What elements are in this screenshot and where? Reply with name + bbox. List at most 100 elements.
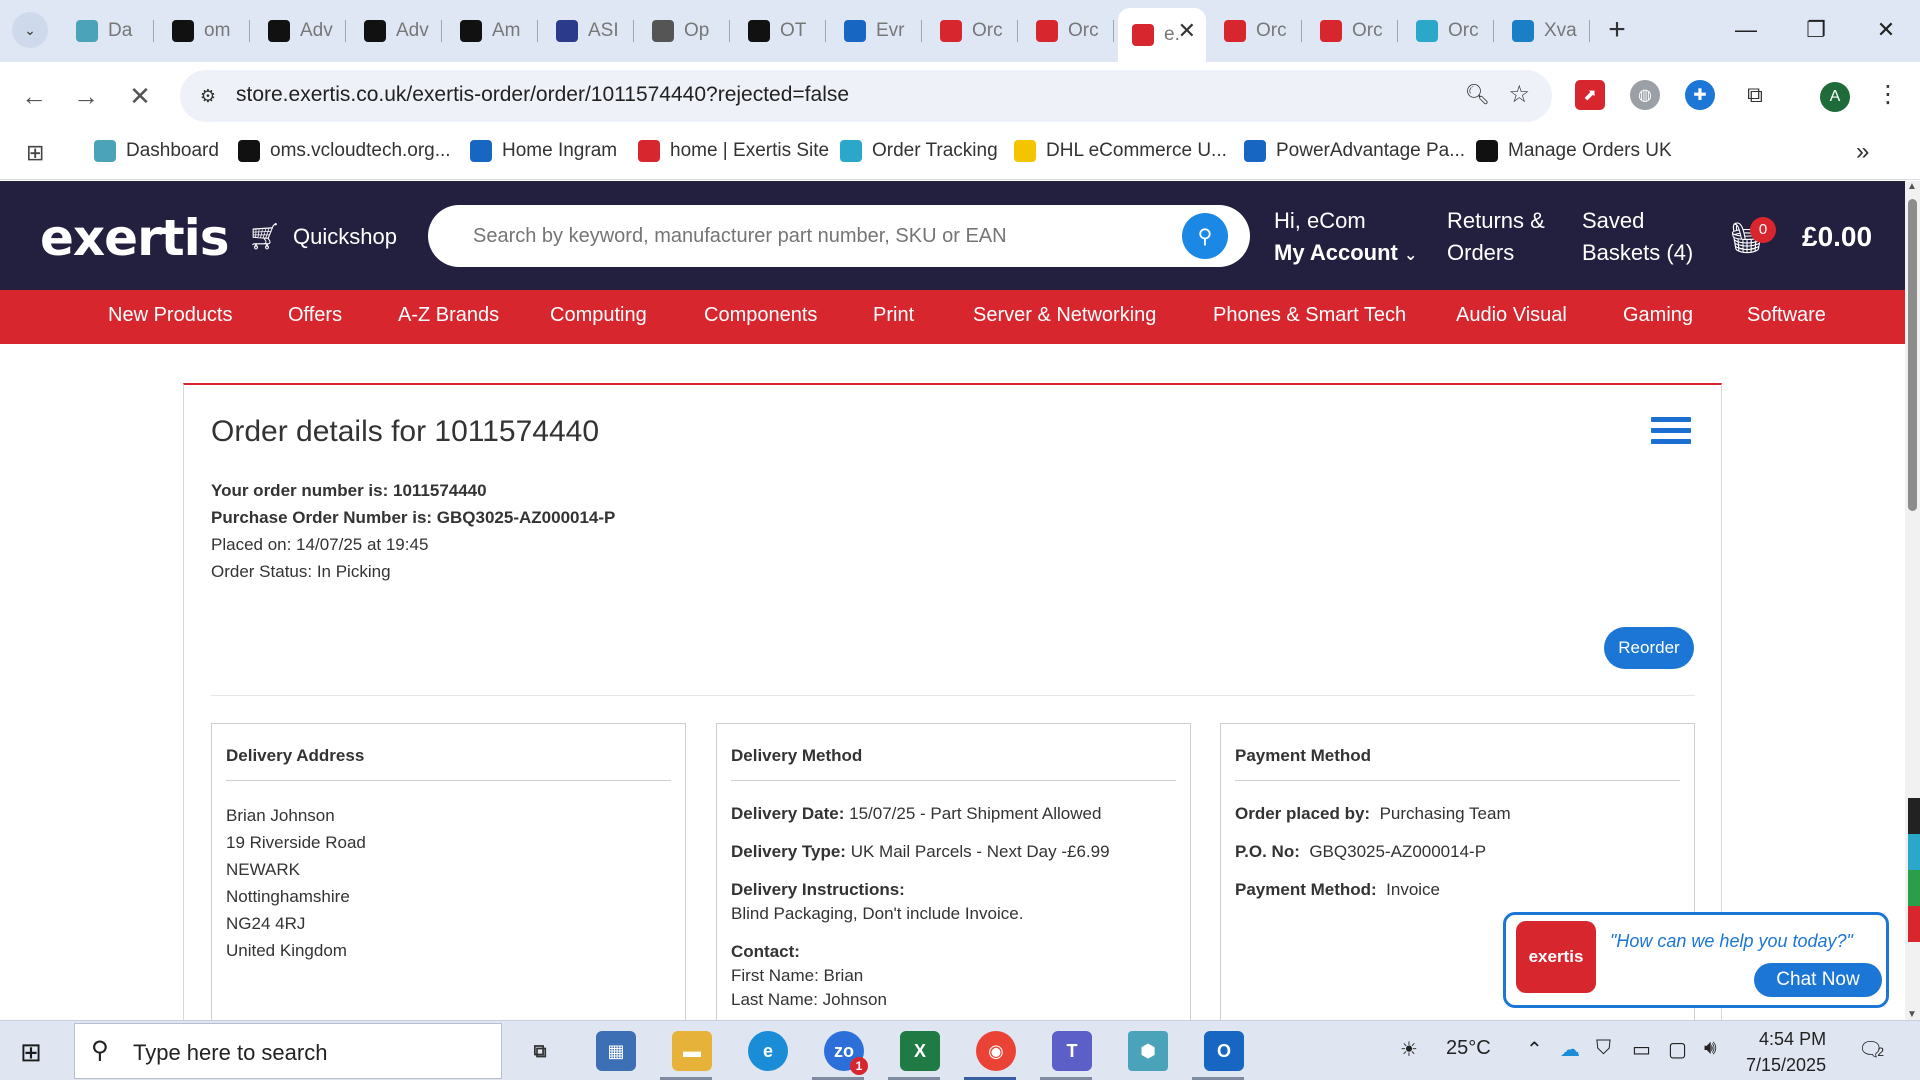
- bookmark-item[interactable]: DHL eCommerce U...: [1014, 140, 1227, 162]
- category-link[interactable]: Print: [873, 304, 914, 327]
- browser-tab[interactable]: Orc: [1022, 8, 1114, 54]
- browser-tab[interactable]: Am: [446, 8, 538, 54]
- browser-tab[interactable]: Da: [62, 8, 154, 54]
- show-hidden-icons[interactable]: ⌃: [1526, 1037, 1543, 1062]
- back-button[interactable]: ←: [14, 76, 54, 116]
- saved-baskets-link[interactable]: Saved Baskets (4): [1582, 205, 1693, 269]
- weather-temp[interactable]: 25°C: [1446, 1037, 1491, 1060]
- url-text[interactable]: store.exertis.co.uk/exertis-order/order/…: [236, 83, 849, 107]
- reorder-button[interactable]: Reorder: [1604, 627, 1694, 669]
- browser-tab[interactable]: Orc: [926, 8, 1018, 54]
- shopping-cart-icon: 🛒︎: [248, 221, 282, 251]
- category-link[interactable]: Server & Networking: [973, 304, 1156, 327]
- category-link[interactable]: Components: [704, 304, 817, 327]
- scroll-up-arrow-icon[interactable]: ▲: [1907, 181, 1917, 192]
- search-button[interactable]: ⚲: [1182, 213, 1228, 259]
- category-link[interactable]: Gaming: [1623, 304, 1693, 327]
- bookmark-star-icon[interactable]: ☆: [1508, 80, 1530, 109]
- category-link[interactable]: Computing: [550, 304, 647, 327]
- apps-grid-icon[interactable]: ⊞: [26, 140, 44, 166]
- basket-button[interactable]: 🧺︎ 0: [1728, 217, 1776, 256]
- scrollbar-thumb[interactable]: [1908, 199, 1917, 511]
- quickshop-link[interactable]: 🛒︎ Quickshop: [248, 221, 397, 252]
- minimize-button[interactable]: —: [1716, 8, 1776, 52]
- bookmark-item[interactable]: Home Ingram: [470, 140, 617, 162]
- browser-tab[interactable]: Adv: [350, 8, 442, 54]
- extensions-puzzle-icon[interactable]: ⧉: [1740, 80, 1770, 110]
- bookmark-item[interactable]: oms.vcloudtech.org...: [238, 140, 451, 162]
- category-link[interactable]: A-Z Brands: [398, 304, 499, 327]
- browser-tab[interactable]: Orc: [1402, 8, 1494, 54]
- browser-tab[interactable]: Op: [638, 8, 730, 54]
- category-link[interactable]: Phones & Smart Tech: [1213, 304, 1406, 327]
- exertis-logo[interactable]: exertis: [40, 209, 230, 267]
- browser-tab[interactable]: Xva: [1498, 8, 1590, 54]
- hexagon-app-icon[interactable]: ⬢: [1128, 1031, 1168, 1071]
- teams-icon[interactable]: T: [1052, 1031, 1092, 1071]
- category-link[interactable]: Software: [1747, 304, 1826, 327]
- pdf-extension-icon[interactable]: ⬈: [1575, 80, 1605, 110]
- browser-tab[interactable]: OT: [734, 8, 826, 54]
- my-account-menu[interactable]: Hi, eCom My Account ⌄: [1274, 205, 1417, 272]
- volume-icon[interactable]: 🔊︎: [1704, 1037, 1717, 1060]
- profile-avatar[interactable]: A: [1820, 82, 1850, 112]
- browser-tab[interactable]: om: [158, 8, 250, 54]
- chat-now-button[interactable]: Chat Now: [1754, 963, 1882, 997]
- chrome-icon[interactable]: ◉: [976, 1031, 1016, 1071]
- windows-start-icon[interactable]: ⊞: [20, 1037, 42, 1068]
- cart-total[interactable]: £0.00: [1802, 221, 1872, 253]
- browser-tab[interactable]: ASI: [542, 8, 634, 54]
- excel-icon[interactable]: X: [900, 1031, 940, 1071]
- browser-tab[interactable]: Orc: [1210, 8, 1302, 54]
- payment-method-row: Payment Method: Invoice: [1235, 878, 1511, 902]
- browser-tab[interactable]: Adv: [254, 8, 346, 54]
- tab-separator: [1301, 20, 1302, 42]
- network-icon[interactable]: ▢: [1668, 1037, 1687, 1062]
- close-tab-icon[interactable]: ✕: [1178, 18, 1196, 44]
- weather-icon[interactable]: ☀: [1400, 1037, 1418, 1062]
- onedrive-icon[interactable]: ☁: [1560, 1037, 1580, 1062]
- forward-button[interactable]: →: [66, 76, 106, 116]
- bookmark-item[interactable]: Manage Orders UK: [1476, 140, 1672, 162]
- system-clock[interactable]: 4:54 PM 7/15/2025: [1746, 1026, 1826, 1078]
- calculator-icon[interactable]: ▦: [596, 1031, 636, 1071]
- close-window-button[interactable]: ✕: [1856, 8, 1916, 52]
- bookmark-item[interactable]: PowerAdvantage Pa...: [1244, 140, 1465, 162]
- search-input[interactable]: [473, 219, 1163, 253]
- bookmark-item[interactable]: Dashboard: [94, 140, 219, 162]
- browser-menu-icon[interactable]: ⋮: [1876, 80, 1900, 109]
- globe-extension-icon[interactable]: ◍: [1630, 80, 1660, 110]
- outlook-icon[interactable]: O: [1204, 1031, 1244, 1071]
- file-explorer-icon[interactable]: ▬: [672, 1031, 712, 1071]
- browser-tab[interactable]: Orc: [1306, 8, 1398, 54]
- more-bookmarks-icon[interactable]: »: [1856, 138, 1869, 166]
- hamburger-menu-icon[interactable]: [1651, 417, 1691, 445]
- bookmark-item[interactable]: Order Tracking: [840, 140, 998, 162]
- restore-button[interactable]: ❐: [1786, 8, 1846, 52]
- battery-icon[interactable]: ▭: [1632, 1037, 1651, 1062]
- stop-loading-button[interactable]: ✕: [120, 76, 160, 116]
- browser-tab[interactable]: Evr: [830, 8, 922, 54]
- bookmark-favicon-icon: [470, 140, 492, 162]
- new-tab-button[interactable]: +: [1599, 14, 1635, 50]
- vpn-extension-icon[interactable]: ✚: [1685, 80, 1715, 110]
- security-icon[interactable]: ⛉: [1596, 1037, 1611, 1060]
- address-bar[interactable]: ⚙ store.exertis.co.uk/exertis-order/orde…: [180, 70, 1552, 122]
- bookmark-item[interactable]: home | Exertis Site: [638, 140, 829, 162]
- task-view-icon[interactable]: ⧉: [520, 1031, 560, 1071]
- taskbar-search[interactable]: ⚲ Type here to search: [74, 1023, 502, 1079]
- scroll-down-arrow-icon[interactable]: ▼: [1907, 1009, 1917, 1020]
- category-link[interactable]: New Products: [108, 304, 233, 327]
- edge-browser-icon[interactable]: e: [748, 1031, 788, 1071]
- zoom-app-icon[interactable]: 1 zo: [824, 1031, 868, 1075]
- tab-label: Xva: [1544, 20, 1577, 41]
- zoom-icon[interactable]: 🔍︎: [1465, 82, 1490, 107]
- category-link[interactable]: Audio Visual: [1456, 304, 1567, 327]
- notifications-icon[interactable]: 🗨︎2: [1858, 1037, 1884, 1062]
- returns-orders-link[interactable]: Returns & Orders: [1447, 205, 1545, 269]
- site-info-icon[interactable]: ⚙: [194, 82, 222, 110]
- tab-search-button[interactable]: ⌄: [12, 12, 48, 48]
- chat-widget[interactable]: exertis "How can we help you today?" Cha…: [1503, 912, 1889, 1008]
- category-link[interactable]: Offers: [288, 304, 342, 327]
- tab-active[interactable]: e. ✕: [1118, 8, 1206, 62]
